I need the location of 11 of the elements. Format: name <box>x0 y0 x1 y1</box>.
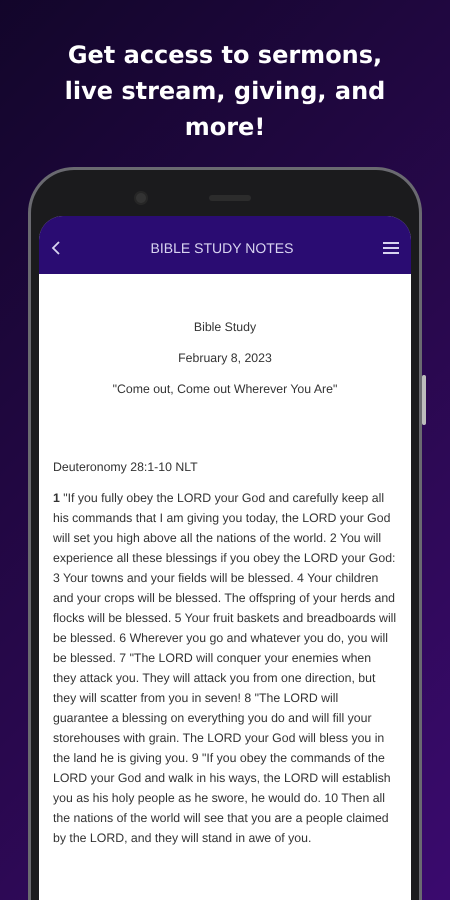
note-date: February 8, 2023 <box>177 351 273 365</box>
back-chevron-icon <box>51 240 61 256</box>
camera-icon <box>134 191 148 205</box>
promo-headline: Get access to sermons, live stream, giving, and more! <box>64 40 386 143</box>
scripture-reference: Deuteronomy 28:1-10 NLT <box>53 460 199 474</box>
menu-button[interactable] <box>381 239 401 257</box>
screen-title: BIBLE STUDY NOTES <box>150 240 294 256</box>
menu-icon <box>383 241 399 255</box>
scripture-passage: 1 "If you fully obey the LORD your God and carefully keep all his commands that I am giving you today, the LORD your God will set you high above all the nations of the world. 2 You will experience all these blessings if you obey the LORD your God: 3 Your towns and your fields will be blessed. 4 Your children and your crops will be blessed. The offspring of your herds and flocks will be blessed. 5 Your fruit baskets and breadboards will be blessed. 6 Wherever you go and whatever you do, you will be blessed. 7 "The LORD will conquer your enemies when they attack you. They will attack you from one direction, but they will scatter from you in seven! 8 "The LORD will guarantee a blessing on everything you do and will fill your storehouses with grain. The LORD your God will bless you in the land he is giving you. 9 "If you obey the commands of the LORD your God and walk in his ways, the LORD will establish you as his holy people as he swore, he would do. 10 Then all the nations of the world will see that you are a people claimed by the LORD, and they will stand in awe of you. <box>53 490 397 847</box>
note-theme: "Come out, Come out Wherever You Are" <box>112 382 338 396</box>
note-title: Bible Study <box>192 320 258 334</box>
